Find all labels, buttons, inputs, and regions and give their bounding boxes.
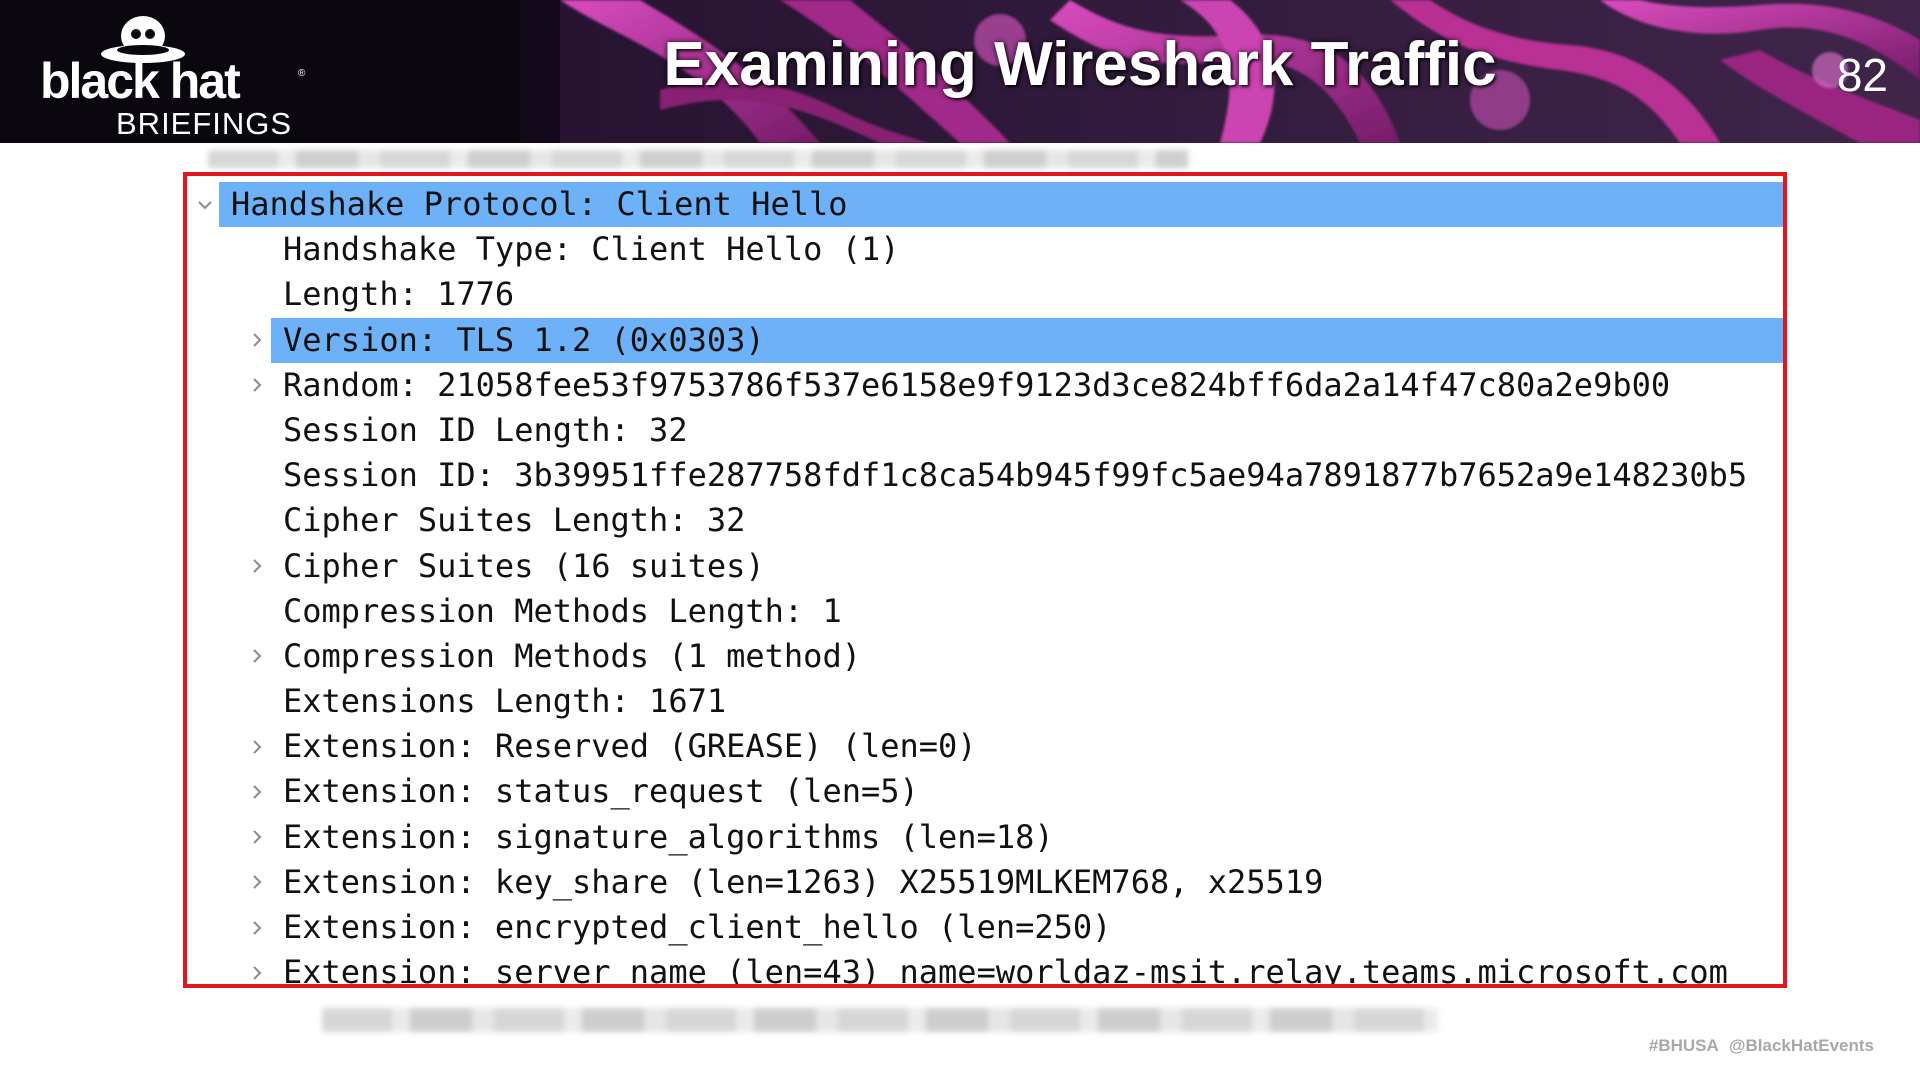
black-hat-logo: black hat ® BRIEFINGS [40,14,310,139]
packet-tree-row[interactable]: Extensions Length: 1671 [187,679,1783,724]
packet-tree-row-label: Extension: server_name (len=43) name=wor… [283,953,1728,988]
packet-details-tree: Handshake Protocol: Client Hello Handshak… [187,182,1783,988]
packet-tree-row-label: Cipher Suites (16 suites) [283,546,765,585]
slide-title: Examining Wireshark Traffic [663,30,1497,99]
packet-tree-row[interactable]: Version: TLS 1.2 (0x0303) [187,317,1783,363]
packet-tree-row[interactable]: Session ID: 3b39951ffe287758fdf1c8ca54b9… [187,453,1783,498]
packet-tree-row[interactable]: Length: 1776 [187,272,1783,317]
packet-tree-row-label: Extension: Reserved (GREASE) (len=0) [283,727,977,766]
chevron-right-icon[interactable] [243,634,271,679]
page-number: 82 [1836,49,1888,101]
chevron-right-icon[interactable] [243,544,271,589]
packet-tree-row-label: Version: TLS 1.2 (0x0303) [283,320,765,359]
logo-subtitle: BRIEFINGS [116,106,293,141]
blurred-row-top [208,150,1188,168]
blurred-row-bottom [322,1008,1438,1032]
footer-hashtag: #BHUSA [1648,1036,1719,1055]
packet-tree-row[interactable]: Handshake Type: Client Hello (1) [187,227,1783,272]
packet-details-panel: Handshake Protocol: Client Hello Handshak… [183,172,1787,988]
packet-tree-row-label: Session ID Length: 32 [283,410,688,449]
packet-tree-row-label: Extension: signature_algorithms (len=18) [283,817,1054,856]
packet-tree-row[interactable]: Extension: status_request (len=5) [187,769,1783,814]
packet-tree-row[interactable]: Extension: encrypted_client_hello (len=2… [187,905,1783,950]
packet-tree-row[interactable]: Extension: key_share (len=1263) X25519ML… [187,860,1783,905]
packet-tree-row[interactable]: Extension: signature_algorithms (len=18) [187,815,1783,860]
packet-tree-row-label: Compression Methods Length: 1 [283,591,842,630]
packet-tree-row-label: Extension: key_share (len=1263) X25519ML… [283,862,1324,901]
chevron-right-icon[interactable] [243,860,271,905]
chevron-right-icon[interactable] [243,950,271,984]
packet-tree-row[interactable]: Session ID Length: 32 [187,408,1783,453]
chevron-right-icon[interactable] [243,363,271,408]
packet-tree-row-label: Session ID: 3b39951ffe287758fdf1c8ca54b9… [283,456,1748,495]
packet-tree-row[interactable]: Extension: Reserved (GREASE) (len=0) [187,724,1783,769]
packet-tree-row[interactable]: Random: 21058fee53f9753786f537e6158e9f91… [187,363,1783,408]
slide-footer: #BHUSA @BlackHatEvents [1649,1036,1874,1056]
chevron-right-icon[interactable] [243,905,271,950]
chevron-right-icon[interactable] [243,815,271,860]
packet-tree-row-label: Extensions Length: 1671 [283,682,727,721]
chevron-right-icon[interactable] [243,769,271,814]
slide: black hat ® BRIEFINGS Examining Wireshar… [0,0,1920,1080]
packet-tree-row[interactable]: Cipher Suites Length: 32 [187,498,1783,543]
packet-tree-row-label: Handshake Type: Client Hello (1) [283,230,900,269]
packet-tree-row-label: Extension: status_request (len=5) [283,772,919,811]
logo-registered-mark: ® [298,68,306,79]
packet-tree-row-label: Length: 1776 [283,275,515,314]
logo-wordmark: black hat [40,53,241,109]
packet-tree-row[interactable]: Cipher Suites (16 suites) [187,544,1783,589]
chevron-right-icon[interactable] [243,318,271,363]
packet-tree-row[interactable]: Compression Methods (1 method) [187,634,1783,679]
packet-tree-row[interactable]: Handshake Protocol: Client Hello [187,182,1783,228]
chevron-right-icon[interactable] [243,724,271,769]
packet-tree-row[interactable]: Compression Methods Length: 1 [187,589,1783,634]
footer-handle: @BlackHatEvents [1728,1036,1874,1055]
packet-tree-row-label: Cipher Suites Length: 32 [283,501,746,540]
packet-tree-row[interactable]: Extension: server_name (len=43) name=wor… [187,950,1783,988]
packet-tree-row-label: Handshake Protocol: Client Hello [231,185,848,223]
packet-tree-row-label: Extension: encrypted_client_hello (len=2… [283,908,1112,946]
chevron-down-icon[interactable] [191,182,219,227]
packet-tree-row-label: Random: 21058fee53f9753786f537e6158e9f91… [283,365,1671,404]
packet-tree-row-label: Compression Methods (1 method) [283,636,861,675]
slide-header: black hat ® BRIEFINGS Examining Wireshar… [0,0,1920,143]
